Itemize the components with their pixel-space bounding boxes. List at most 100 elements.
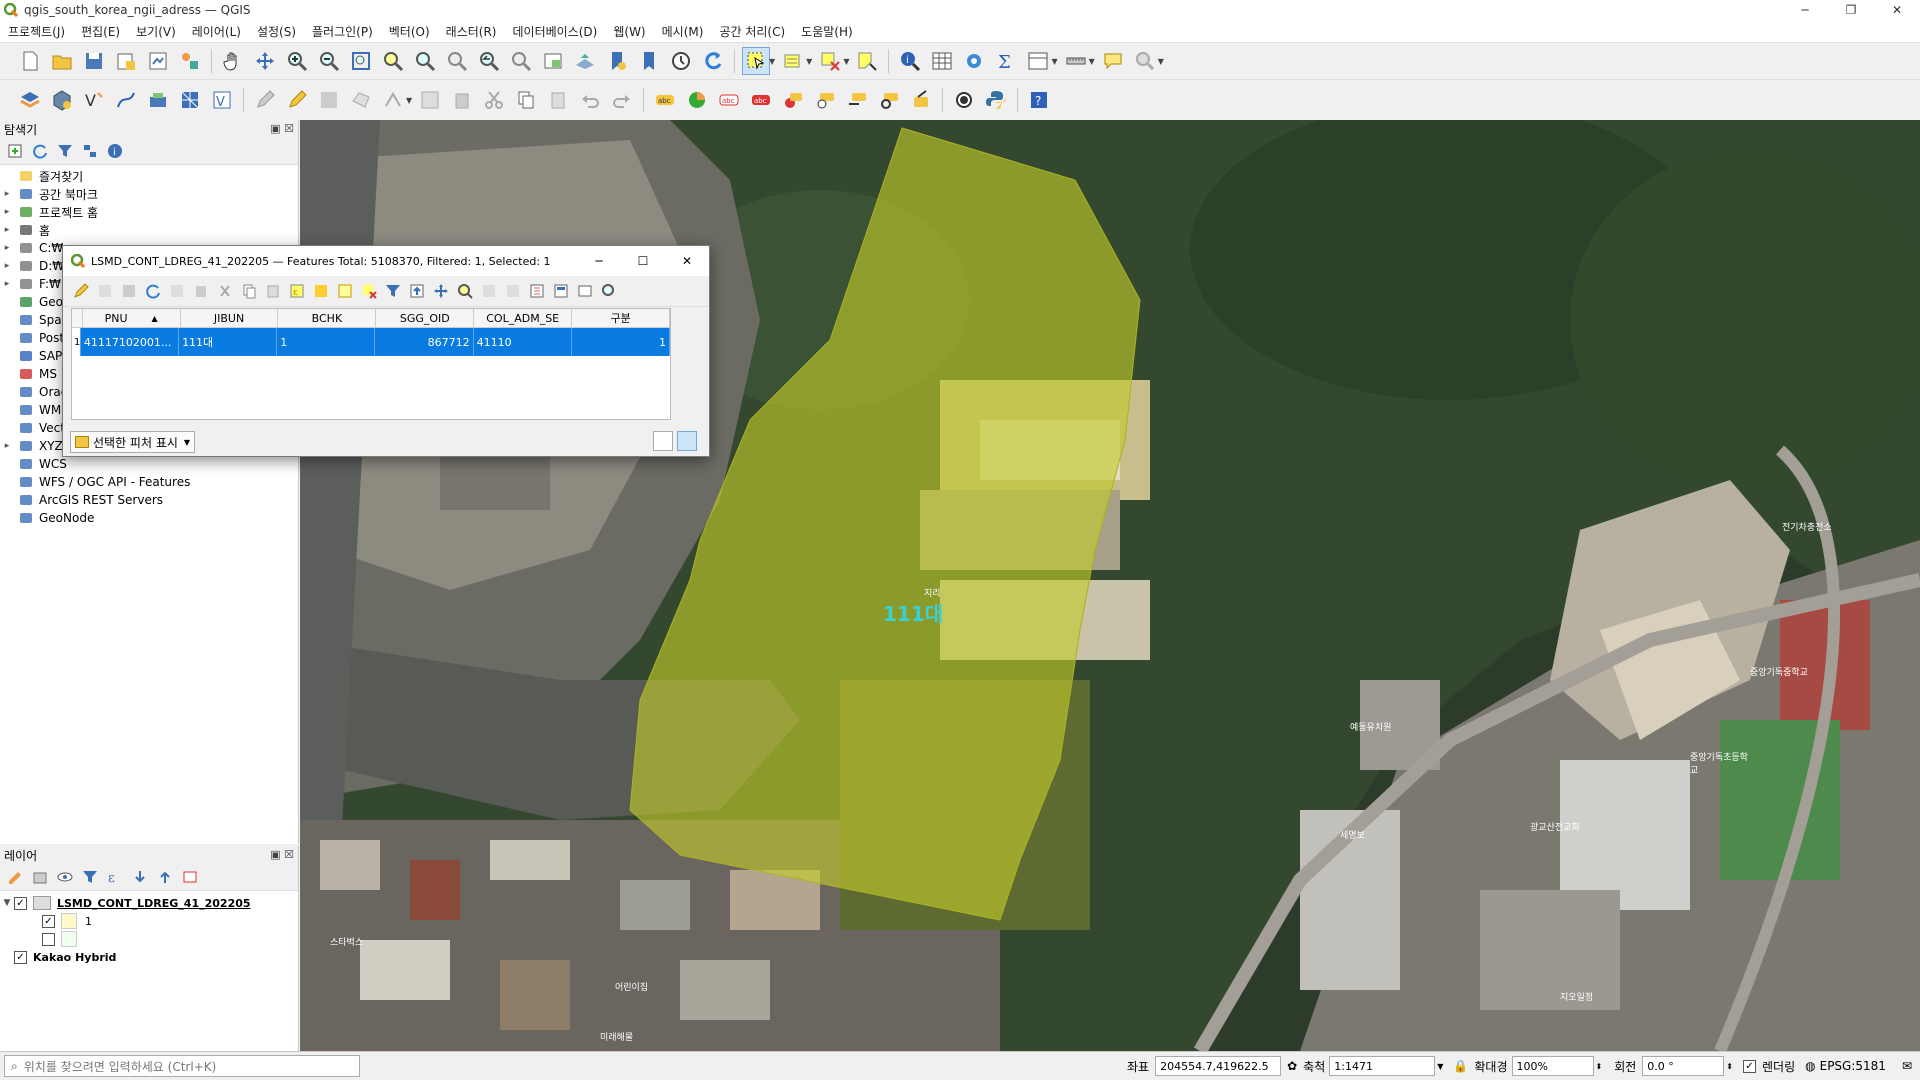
expand-all-icon[interactable] (131, 868, 149, 886)
undo-icon[interactable] (577, 87, 603, 113)
refresh-icon[interactable] (700, 48, 726, 74)
browser-item[interactable]: ▸ 홈 (0, 221, 298, 239)
select-by-expression-icon[interactable]: ε (288, 282, 306, 300)
invert-selection-icon[interactable] (336, 282, 354, 300)
temporal-controller-icon[interactable] (668, 48, 694, 74)
save-edits-icon[interactable] (120, 282, 138, 300)
restore-button[interactable]: ❐ (1828, 0, 1874, 20)
new-bookmark-icon[interactable] (604, 48, 630, 74)
select-location-icon[interactable] (854, 48, 880, 74)
dock-table-icon[interactable] (576, 282, 594, 300)
expand-arrow-icon[interactable]: ▸ (0, 441, 14, 451)
save-edits-icon[interactable] (316, 87, 342, 113)
expand-arrow-icon[interactable]: ▸ (0, 279, 14, 289)
python-console-icon[interactable] (983, 87, 1009, 113)
menu-layer[interactable]: 레이어(L) (184, 23, 249, 40)
cell-pnu[interactable]: 41117102001... (81, 328, 180, 356)
expand-arrow-icon[interactable]: ▸ (0, 261, 14, 271)
menu-project[interactable]: 프로젝트(J) (0, 23, 73, 40)
delete-selected-icon[interactable] (449, 87, 475, 113)
zoom-in-icon[interactable] (284, 48, 310, 74)
add-feature-icon[interactable] (168, 282, 186, 300)
scale-field[interactable]: 1:1471 (1329, 1056, 1436, 1076)
delete-feature-icon[interactable] (192, 282, 210, 300)
actions-icon[interactable] (600, 282, 618, 300)
filter-select-icon[interactable] (384, 282, 402, 300)
processing-toolbox-icon[interactable] (961, 48, 987, 74)
table-row[interactable]: 1 41117102001... 111대 1 867712 41110 1 (72, 328, 670, 356)
style-panel-icon[interactable] (6, 868, 24, 886)
filter-legend-icon[interactable] (81, 868, 99, 886)
toggle-panels-icon[interactable] (1025, 48, 1051, 74)
add-mesh-layer-icon[interactable] (177, 87, 203, 113)
zoom-next-icon[interactable] (508, 48, 534, 74)
chevron-down-icon[interactable]: ▼ (806, 57, 812, 66)
browser-item[interactable]: WFS / OGC API - Features (0, 473, 298, 491)
stepper-icon[interactable]: ⬍ (1596, 1062, 1603, 1071)
move-label-icon[interactable] (812, 87, 838, 113)
close-button[interactable]: ✕ (1874, 0, 1920, 20)
help-icon[interactable]: ? (1026, 87, 1052, 113)
add-group-icon[interactable] (31, 868, 49, 886)
menu-view[interactable]: 보기(V) (128, 23, 184, 40)
select-features-icon[interactable] (742, 47, 770, 75)
column-header-col-adm-se[interactable]: COL_ADM_SE (474, 309, 573, 327)
form-view-button[interactable] (653, 431, 673, 451)
copy-features-icon[interactable] (513, 87, 539, 113)
browser-item[interactable]: ArcGIS REST Servers (0, 491, 298, 509)
annotation-icon[interactable] (1132, 48, 1158, 74)
conditional-formatting-icon[interactable] (552, 282, 570, 300)
chevron-down-icon[interactable]: ▼ (1089, 57, 1095, 66)
stepper-icon[interactable]: ⬍ (1726, 1062, 1733, 1071)
move-selection-to-top-icon[interactable] (408, 282, 426, 300)
chevron-down-icon[interactable]: ▼ (1437, 1062, 1443, 1071)
digitize-line-icon[interactable] (113, 87, 139, 113)
add-feature-icon[interactable] (348, 87, 374, 113)
browser-item[interactable]: WCS (0, 455, 298, 473)
magnifier-field[interactable]: 100% (1511, 1056, 1594, 1076)
modify-attributes-icon[interactable] (417, 87, 443, 113)
minimize-button[interactable]: ─ (1782, 0, 1828, 20)
info-icon[interactable]: i (106, 142, 124, 160)
table-view-button[interactable] (677, 431, 697, 451)
remove-layer-icon[interactable] (181, 868, 199, 886)
locator-search-field[interactable]: ⌕ 위치를 찾으려면 입력하세요 (Ctrl+K) (4, 1055, 360, 1077)
category-visibility-checkbox[interactable] (42, 932, 55, 946)
zoom-last-icon[interactable] (476, 48, 502, 74)
pan-to-selection-icon[interactable] (252, 48, 278, 74)
select-all-icon[interactable] (312, 282, 330, 300)
cut-features-icon[interactable] (481, 87, 507, 113)
cell-col-adm-se[interactable]: 41110 (474, 328, 572, 356)
toggle-editing-icon[interactable] (284, 87, 310, 113)
new-geopackage-layer-icon[interactable] (49, 87, 75, 113)
move-diagram-icon[interactable] (844, 87, 870, 113)
open-project-icon[interactable] (49, 48, 75, 74)
statistics-icon[interactable]: Σ (993, 48, 1019, 74)
label-layer-icon[interactable]: abc (652, 87, 678, 113)
deselect-all-icon[interactable] (817, 48, 843, 74)
maximize-button[interactable]: ☐ (621, 246, 665, 276)
filter-icon[interactable] (56, 142, 74, 160)
save-project-icon[interactable] (81, 48, 107, 74)
legend-category-other[interactable] (0, 930, 298, 948)
refresh-icon[interactable] (31, 142, 49, 160)
filter-expression-icon[interactable]: ε (106, 868, 124, 886)
chevron-down-icon[interactable]: ▼ (406, 96, 412, 105)
multi-edit-icon[interactable] (96, 282, 114, 300)
pin-labels-icon[interactable]: abc (748, 87, 774, 113)
highlight-pinned-labels-icon[interactable]: abc (716, 87, 742, 113)
vertex-tool-icon[interactable] (380, 87, 406, 113)
column-header-pnu[interactable]: PNU ▲ (83, 309, 181, 327)
expand-arrow-icon[interactable]: ▸ (0, 243, 14, 253)
column-header-jibun[interactable]: JIBUN (181, 309, 279, 327)
zoom-native-icon[interactable] (444, 48, 470, 74)
messages-icon[interactable]: ✉ (1902, 1059, 1912, 1073)
map-tips-icon[interactable] (1100, 48, 1126, 74)
menu-database[interactable]: 데이터베이스(D) (504, 23, 605, 40)
menu-edit[interactable]: 편집(E) (73, 23, 128, 40)
pan-to-selected-icon[interactable] (432, 282, 450, 300)
collapse-all-icon[interactable] (81, 142, 99, 160)
redo-icon[interactable] (609, 87, 635, 113)
menu-web[interactable]: 웹(W) (605, 23, 653, 40)
identify-features-icon[interactable]: i (897, 48, 923, 74)
